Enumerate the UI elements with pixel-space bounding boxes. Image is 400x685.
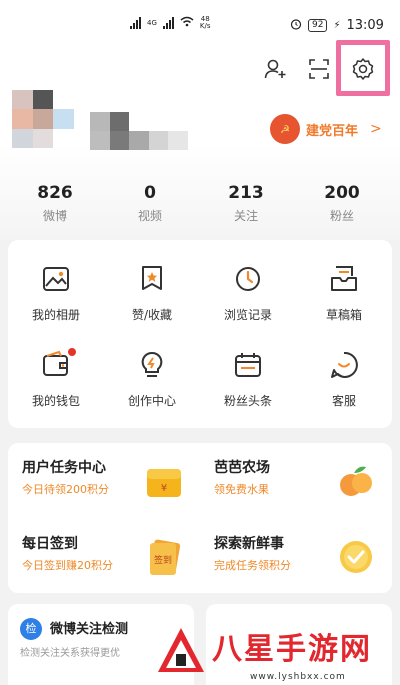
svg-text:¥: ¥ bbox=[161, 483, 167, 494]
points-chest-icon: ¥ bbox=[147, 469, 181, 497]
scan-icon[interactable] bbox=[302, 52, 336, 86]
grid-item-drafts[interactable]: 草稿箱 bbox=[296, 264, 392, 334]
clock: 13:09 bbox=[346, 18, 384, 33]
battery-indicator: 92 bbox=[308, 19, 328, 32]
check-badge-icon bbox=[340, 541, 372, 573]
grid-item-creator[interactable]: 创作中心 bbox=[104, 350, 200, 420]
drafts-icon bbox=[331, 266, 357, 291]
task-baba-farm[interactable]: 芭芭农场 领免费水果 bbox=[200, 443, 384, 513]
status-bar: 4G 48 K/s 92 ⚡ 13:09 bbox=[0, 0, 400, 40]
stat-followers[interactable]: 200 粉丝 bbox=[302, 183, 382, 224]
follow-check-icon: 检 bbox=[20, 618, 42, 640]
grid-item-headline[interactable]: 粉丝头条 bbox=[200, 350, 296, 420]
avatar[interactable] bbox=[12, 90, 74, 148]
grid-item-service[interactable]: 客服 bbox=[296, 350, 392, 420]
wifi-icon bbox=[180, 16, 194, 30]
task-daily-checkin[interactable]: 每日签到 今日签到赚20积分 签到 bbox=[8, 519, 192, 589]
service-icon bbox=[331, 351, 358, 378]
wallet-icon bbox=[43, 350, 68, 376]
checkin-card-icon: 签到 bbox=[149, 539, 181, 575]
alarm-icon bbox=[290, 18, 302, 33]
chevron-right-icon: > bbox=[370, 121, 382, 137]
signal-icon-2 bbox=[162, 17, 174, 29]
party-centenary-badge[interactable]: ☭ 建党百年 > bbox=[270, 114, 382, 144]
stat-weibo[interactable]: 826 微博 bbox=[15, 183, 95, 224]
settings-highlight-box bbox=[336, 40, 390, 96]
headline-icon bbox=[235, 353, 261, 377]
feature-grid: 我的相册 赞/收藏 浏览记录 草稿箱 我的钱包 创作中心 粉丝头条 客服 bbox=[8, 240, 392, 428]
add-user-icon[interactable] bbox=[258, 52, 292, 86]
history-icon bbox=[236, 267, 260, 291]
album-icon bbox=[43, 267, 69, 291]
network-label: 4G bbox=[147, 19, 157, 27]
task-user-center[interactable]: 用户任务中心 今日待领200积分 ¥ bbox=[8, 443, 192, 513]
network-status: 4G 48 K/s bbox=[130, 16, 211, 30]
creator-icon bbox=[141, 351, 163, 377]
grid-item-history[interactable]: 浏览记录 bbox=[200, 264, 296, 334]
signal-icon bbox=[130, 17, 141, 29]
task-explore[interactable]: 探索新鲜事 完成任务领积分 bbox=[200, 519, 384, 589]
grid-item-wallet[interactable]: 我的钱包 bbox=[8, 348, 104, 420]
charging-icon: ⚡ bbox=[333, 20, 341, 31]
party-emblem-icon: ☭ bbox=[270, 114, 300, 144]
favorite-icon bbox=[142, 266, 162, 290]
grid-item-favorites[interactable]: 赞/收藏 bbox=[104, 264, 200, 334]
svg-text:签到: 签到 bbox=[154, 554, 172, 566]
network-speed: 48 K/s bbox=[199, 15, 211, 30]
profile-stats: 826 微博 0 视频 213 关注 200 粉丝 bbox=[0, 183, 400, 227]
notification-dot bbox=[68, 348, 76, 356]
fruit-icon bbox=[340, 466, 372, 496]
system-status: 92 ⚡ 13:09 bbox=[290, 18, 384, 33]
username-pixelated bbox=[90, 112, 188, 150]
stat-video[interactable]: 0 视频 bbox=[110, 183, 190, 224]
grid-item-album[interactable]: 我的相册 bbox=[8, 264, 104, 334]
task-card: 用户任务中心 今日待领200积分 ¥ 芭芭农场 领免费水果 每日签到 今日签到赚… bbox=[8, 443, 392, 593]
badge-text: 建党百年 bbox=[306, 123, 359, 139]
site-watermark: 八星手游网 www.lyshbxx.com bbox=[150, 620, 400, 685]
stat-following[interactable]: 213 关注 bbox=[206, 183, 286, 224]
watermark-logo-icon bbox=[158, 628, 204, 672]
